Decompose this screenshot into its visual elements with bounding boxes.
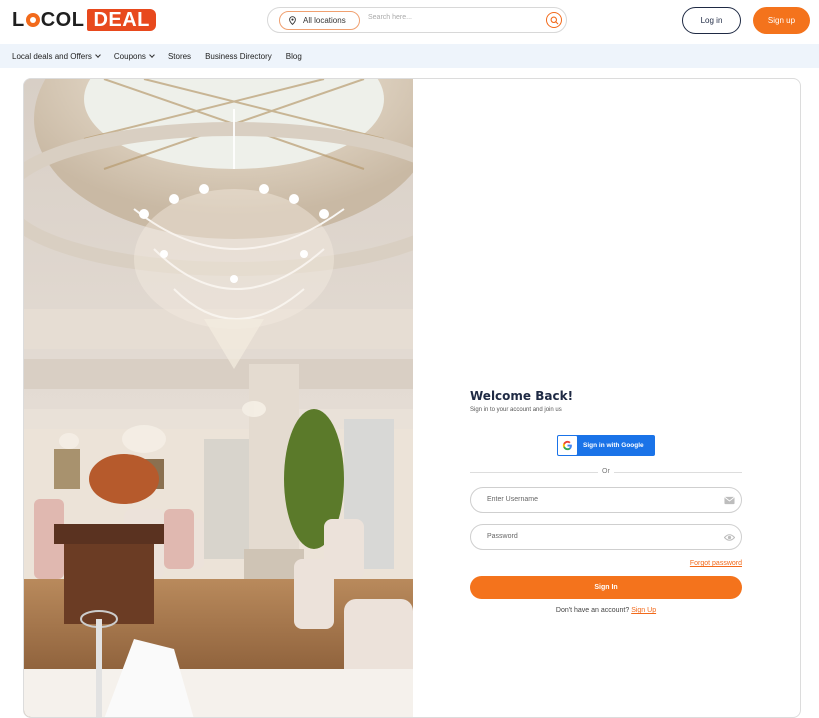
chevron-down-icon bbox=[95, 51, 101, 58]
search-input[interactable]: Search here... bbox=[368, 14, 412, 21]
nav-item-label: Business Directory bbox=[205, 51, 272, 61]
restaurant-photo bbox=[24, 79, 413, 717]
location-selector[interactable]: All locations bbox=[279, 11, 360, 30]
or-label: Or bbox=[598, 468, 614, 475]
username-field[interactable]: Enter Username bbox=[470, 487, 742, 513]
signup-button[interactable]: Sign up bbox=[753, 7, 810, 34]
signin-button[interactable]: Sign In bbox=[470, 576, 742, 599]
google-signin-label: Sign in with Google bbox=[583, 442, 644, 449]
form-subtitle: Sign in to your account and join us bbox=[470, 407, 562, 413]
site-logo[interactable]: L COL DEAL bbox=[12, 8, 156, 32]
login-card: Welcome Back! Sign in to your account an… bbox=[23, 78, 801, 718]
password-field[interactable]: Password bbox=[470, 524, 742, 550]
google-signin-button[interactable]: Sign in with Google bbox=[557, 435, 655, 456]
site-header: L COL DEAL All locations Search here... … bbox=[0, 0, 819, 44]
signup-link[interactable]: Sign Up bbox=[631, 607, 656, 614]
main-nav: Local deals and Offers Coupons Stores Bu… bbox=[0, 44, 819, 68]
no-account-label: Don't have an account? bbox=[555, 607, 630, 614]
nav-item-blog[interactable]: Blog bbox=[286, 52, 302, 61]
logo-pin-icon bbox=[25, 13, 40, 27]
location-pin-icon bbox=[289, 16, 296, 25]
form-title: Welcome Back! bbox=[470, 389, 574, 403]
logo-text-col: COL bbox=[40, 8, 85, 31]
location-label: All locations bbox=[303, 16, 346, 25]
mail-icon bbox=[724, 496, 735, 505]
login-button[interactable]: Log in bbox=[682, 7, 741, 34]
search-button[interactable] bbox=[546, 12, 562, 28]
nav-item-label: Blog bbox=[285, 51, 302, 61]
nav-item-stores[interactable]: Stores bbox=[168, 52, 191, 61]
password-placeholder: Password bbox=[487, 533, 518, 540]
eye-icon[interactable] bbox=[724, 533, 735, 542]
search-bar: All locations Search here... bbox=[267, 7, 567, 33]
nav-item-coupons[interactable]: Coupons bbox=[113, 51, 155, 61]
logo-text-l: L bbox=[12, 8, 25, 31]
nav-item-label: Local deals and Offers bbox=[12, 51, 92, 61]
forgot-password-link[interactable]: Forgot password bbox=[690, 560, 742, 567]
search-icon bbox=[550, 16, 558, 24]
nav-item-label: Stores bbox=[167, 51, 192, 61]
nav-item-label: Coupons bbox=[113, 51, 146, 61]
login-form: Welcome Back! Sign in to your account an… bbox=[470, 389, 742, 614]
nav-item-business-directory[interactable]: Business Directory bbox=[205, 52, 272, 61]
nav-item-local-deals[interactable]: Local deals and Offers bbox=[12, 51, 101, 61]
logo-text-deal: DEAL bbox=[87, 9, 156, 31]
chevron-down-icon bbox=[149, 51, 155, 58]
no-account-text: Don't have an account? Sign Up bbox=[470, 607, 742, 614]
google-icon bbox=[562, 440, 572, 451]
username-placeholder: Enter Username bbox=[487, 496, 538, 503]
